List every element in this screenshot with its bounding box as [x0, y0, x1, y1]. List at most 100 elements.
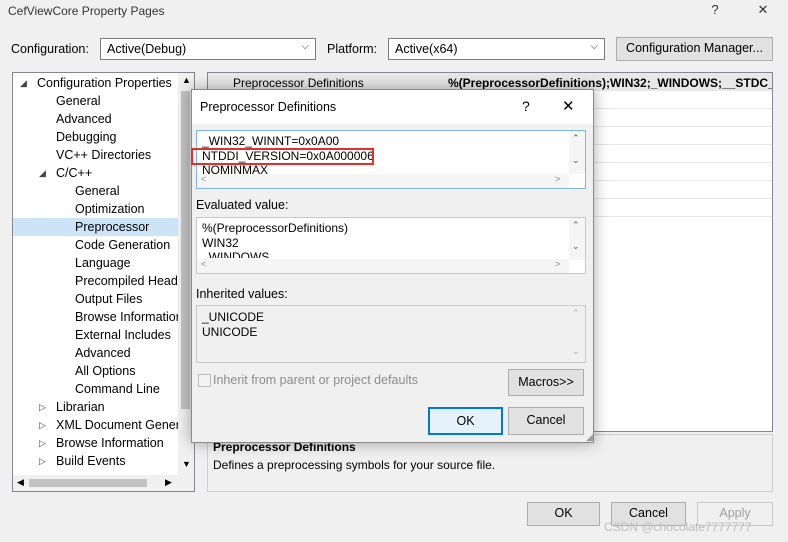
tree-item-label: All Options	[75, 364, 136, 378]
chevron-down-icon: ⌵	[590, 41, 598, 52]
dialog-ok-button[interactable]: OK	[428, 407, 503, 435]
scroll-down-icon: ⌄	[572, 346, 580, 356]
scroll-left-icon[interactable]: ◀	[17, 477, 24, 488]
tree-item[interactable]: ◢ C/C++	[13, 164, 179, 182]
inherit-checkbox[interactable]	[198, 374, 211, 387]
tree-item[interactable]: Command Line	[13, 380, 179, 398]
evaluated-box[interactable]: %(PreprocessorDefinitions) WIN32 _WINDOW…	[196, 217, 586, 274]
tree-item[interactable]: Output Files	[13, 290, 179, 308]
scroll-up-icon[interactable]: ▲	[182, 75, 191, 85]
dialog-close-button[interactable]: ✕	[562, 97, 575, 115]
tree-item[interactable]: Language	[13, 254, 179, 272]
scroll-down-icon[interactable]: ⌄	[572, 241, 580, 252]
tree-item[interactable]: ◢ Configuration Properties	[13, 74, 179, 92]
tree-item[interactable]: ▷ Build Events	[13, 452, 179, 470]
tree-item-label: Code Generation	[75, 238, 171, 252]
highlight-box	[191, 148, 374, 165]
configuration-manager-button[interactable]: Configuration Manager...	[616, 37, 773, 61]
tree-item-label: Advanced	[56, 112, 112, 126]
evaluated-vertical-scrollbar[interactable]: ⌃ ⌄	[569, 218, 585, 260]
platform-select[interactable]: Active(x64) ⌵	[388, 38, 605, 60]
close-button[interactable]: ✕	[752, 2, 774, 20]
scroll-up-icon[interactable]: ⌃	[572, 220, 580, 231]
scroll-down-icon[interactable]: ▼	[182, 459, 191, 469]
dialog-help-button[interactable]: ?	[522, 98, 530, 114]
tree-item[interactable]: ▷ XML Document Genera	[13, 416, 187, 434]
tree-item-label: Command Line	[75, 382, 160, 396]
editor-horizontal-scrollbar[interactable]: < >	[197, 174, 569, 188]
evaluated-line: %(PreprocessorDefinitions)	[202, 221, 349, 235]
tree-item-label: C/C++	[56, 166, 93, 180]
evaluated-line: _WINDOWS	[202, 250, 270, 258]
tree-item[interactable]: Precompiled Heade	[13, 272, 185, 290]
scroll-right-icon[interactable]: >	[555, 174, 560, 184]
dialog-title: Preprocessor Definitions	[200, 100, 337, 114]
definitions-editor[interactable]: _WIN32_WINNT=0x0A00 NTDDI_VERSION=0x0A00…	[191, 130, 586, 189]
scrollbar-thumb[interactable]	[181, 91, 190, 409]
platform-value: Active(x64)	[395, 42, 458, 56]
dialog-titlebar: Preprocessor Definitions ? ✕	[192, 90, 593, 124]
scroll-up-icon[interactable]: ⌃	[572, 133, 580, 144]
scroll-left-icon[interactable]: <	[201, 259, 206, 269]
editor-vertical-scrollbar[interactable]: ⌃ ⌄	[569, 131, 585, 174]
evaluated-horizontal-scrollbar[interactable]: < >	[197, 259, 569, 273]
help-button[interactable]: ?	[704, 2, 726, 20]
scroll-up-icon: ⌃	[572, 308, 580, 318]
dialog-cancel-button[interactable]: Cancel	[508, 407, 584, 435]
ok-button[interactable]: OK	[527, 502, 600, 526]
expand-icon[interactable]: ▷	[39, 416, 46, 434]
collapse-icon[interactable]: ◢	[20, 74, 27, 92]
tree-item-label: Librarian	[56, 400, 105, 414]
description-text: Defines a preprocessing symbols for your…	[213, 458, 496, 472]
tree-horizontal-scrollbar[interactable]: ◀ ▶	[13, 475, 194, 491]
tree-item-label: Configuration Properties	[37, 76, 172, 90]
configuration-value: Active(Debug)	[107, 42, 187, 56]
tree-item-label: Preprocessor	[75, 220, 150, 234]
tree-item-label: Optimization	[75, 202, 145, 216]
tree-item[interactable]: Advanced	[13, 110, 179, 128]
inherited-text: _UNICODE UNICODE	[202, 310, 264, 339]
inherited-vertical-scrollbar: ⌃ ⌄	[569, 306, 585, 362]
tree-item[interactable]: Debugging	[13, 128, 179, 146]
inherited-line: _UNICODE	[202, 310, 265, 324]
tree-item[interactable]: Code Generation	[13, 236, 179, 254]
scrollbar-thumb[interactable]	[29, 479, 147, 487]
tree-item[interactable]: External Includes	[13, 326, 179, 344]
tree-item[interactable]: General	[13, 92, 179, 110]
configuration-label: Configuration:	[11, 42, 89, 56]
expand-icon[interactable]: ▷	[39, 398, 46, 416]
tree-item-label: Language	[75, 256, 131, 270]
scroll-down-icon[interactable]: ⌄	[572, 155, 580, 166]
inherit-checkbox-label: Inherit from parent or project defaults	[213, 373, 418, 387]
tree-item-label: Advanced	[75, 346, 131, 360]
inherited-label: Inherited values:	[196, 287, 288, 301]
resize-grip-icon[interactable]: ◢	[586, 432, 593, 443]
scroll-right-icon[interactable]: >	[555, 259, 560, 269]
tree-item[interactable]: ▷ Browse Information	[13, 434, 179, 452]
tree-item[interactable]: ▷ Librarian	[13, 398, 179, 416]
scroll-left-icon[interactable]: <	[201, 174, 206, 184]
tree-item-label: General	[56, 94, 101, 108]
tree-item-label: Browse Information	[56, 436, 164, 450]
property-tree: ◢ Configuration Properties General Advanced…	[12, 72, 195, 492]
configuration-select[interactable]: Active(Debug) ⌵	[100, 38, 316, 60]
preprocessor-definitions-dialog: Preprocessor Definitions ? ✕ _WIN32_WINN…	[191, 89, 594, 443]
scroll-right-icon[interactable]: ▶	[165, 477, 172, 488]
tree-item[interactable]: General	[13, 182, 179, 200]
evaluated-text: %(PreprocessorDefinitions) WIN32 _WINDOW…	[202, 221, 562, 258]
expand-icon[interactable]: ▷	[39, 452, 46, 470]
tree-item[interactable]: Browse Information	[13, 308, 183, 326]
tree-item-label: XML Document Genera	[56, 418, 187, 432]
macros-button[interactable]: Macros>>	[508, 369, 584, 396]
tree-item[interactable]: All Options	[13, 362, 179, 380]
inherited-box: _UNICODE UNICODE ⌃ ⌄	[196, 305, 586, 363]
tree-item[interactable]: Preprocessor	[13, 218, 179, 236]
property-value: %(PreprocessorDefinitions);WIN32;_WINDOW…	[448, 76, 773, 90]
tree-item[interactable]: Advanced	[13, 344, 179, 362]
tree-item[interactable]: VC++ Directories	[13, 146, 179, 164]
expand-icon[interactable]: ▷	[39, 434, 46, 452]
collapse-icon[interactable]: ◢	[39, 164, 46, 182]
evaluated-line: WIN32	[202, 235, 239, 250]
window-title: CefViewCore Property Pages	[8, 4, 165, 18]
tree-item[interactable]: Optimization	[13, 200, 179, 218]
